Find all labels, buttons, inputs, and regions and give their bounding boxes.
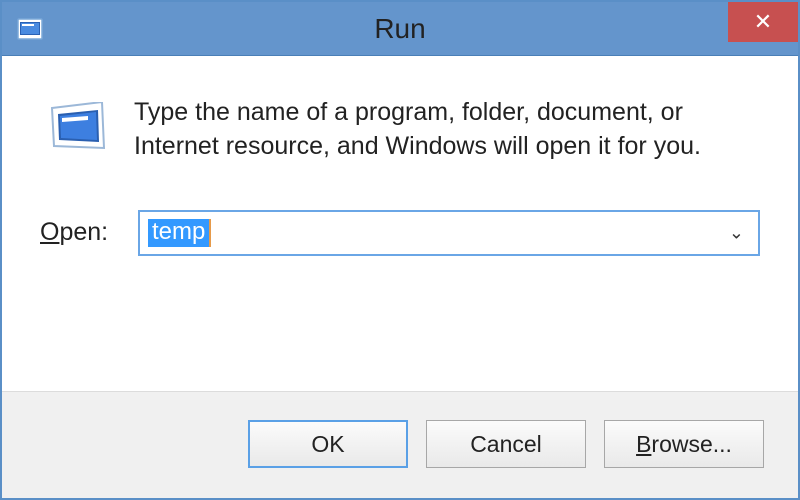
description-text: Type the name of a program, folder, docu… — [134, 96, 760, 164]
cancel-button-label: Cancel — [470, 431, 542, 458]
open-input-value: temp — [148, 219, 209, 247]
description-row: Type the name of a program, folder, docu… — [40, 96, 760, 164]
text-caret — [209, 219, 211, 247]
titlebar[interactable]: Run ✕ — [2, 2, 798, 56]
dialog-body: Type the name of a program, folder, docu… — [2, 56, 798, 391]
ok-button-label: OK — [311, 431, 344, 458]
button-bar: OK Cancel Browse... — [2, 391, 798, 498]
browse-button[interactable]: Browse... — [604, 420, 764, 468]
close-icon: ✕ — [754, 9, 772, 35]
ok-button[interactable]: OK — [248, 420, 408, 468]
cancel-button[interactable]: Cancel — [426, 420, 586, 468]
open-combobox[interactable]: temp ⌄ — [138, 210, 760, 256]
window-title: Run — [374, 13, 425, 45]
chevron-down-icon: ⌄ — [729, 222, 744, 243]
open-row: Open: temp ⌄ — [40, 210, 760, 256]
browse-button-label: Browse... — [636, 431, 732, 458]
run-body-icon — [46, 102, 108, 159]
open-label: Open: — [40, 218, 120, 247]
run-dialog: Run ✕ Type the name of a program, folder… — [0, 0, 800, 500]
close-button[interactable]: ✕ — [728, 2, 798, 42]
run-title-icon — [16, 17, 44, 41]
